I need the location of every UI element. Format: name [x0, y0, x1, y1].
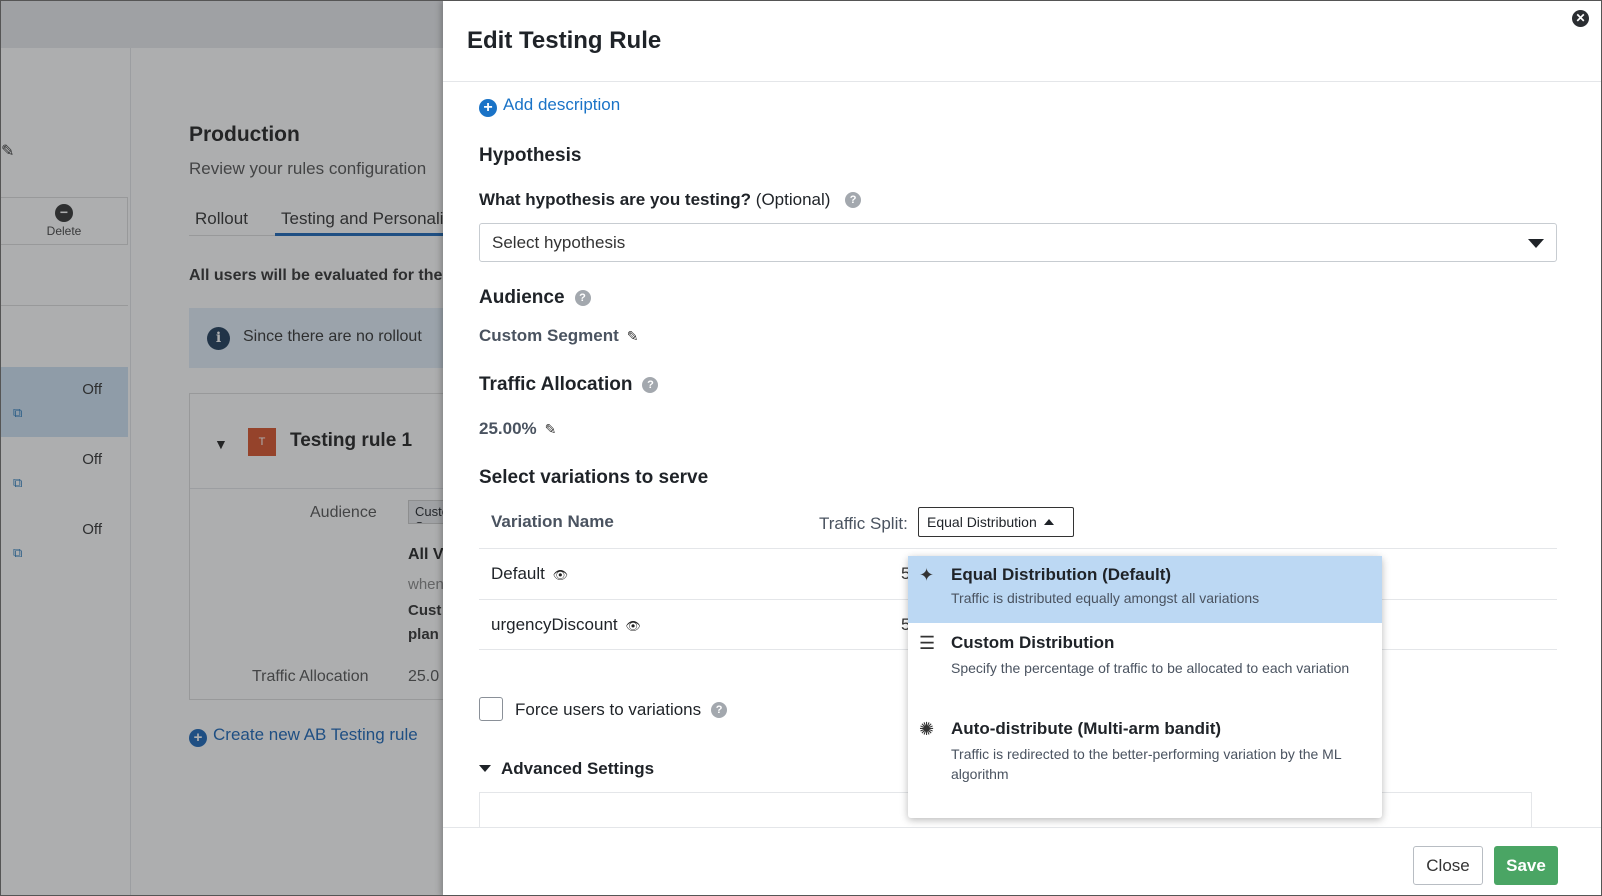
option-custom-distribution[interactable]: ☰ Custom Distribution Specify the percen…	[908, 623, 1382, 711]
help-icon[interactable]: ?	[574, 290, 591, 306]
hypothesis-question: What hypothesis are you testing? (Option…	[479, 190, 862, 210]
option-description: Specify the percentage of traffic to be …	[951, 660, 1350, 676]
advanced-settings-toggle[interactable]: Advanced Settings	[479, 759, 654, 779]
traffic-split-menu: ✦ Equal Distribution (Default) Traffic i…	[908, 556, 1382, 818]
close-button[interactable]: Close	[1413, 846, 1483, 885]
hypothesis-select-placeholder: Select hypothesis	[492, 233, 626, 252]
equal-distribution-icon: ✦	[919, 565, 935, 585]
hypothesis-select[interactable]: Select hypothesis	[479, 223, 1557, 262]
eye-icon[interactable]: 👁	[626, 619, 641, 633]
option-equal-distribution[interactable]: ✦ Equal Distribution (Default) Traffic i…	[908, 556, 1382, 623]
sliders-icon: ☰	[919, 633, 936, 653]
audience-value: Custom Segment ✎	[479, 326, 639, 346]
traffic-split-dropdown[interactable]: Equal Distribution	[918, 507, 1074, 537]
force-users-label: Force users to variations	[515, 700, 702, 719]
traffic-allocation-value: 25.00% ✎	[479, 419, 556, 439]
audience-heading: Audience?	[479, 287, 591, 309]
caret-down-icon	[1528, 239, 1544, 248]
traffic-split-value: Equal Distribution	[927, 514, 1037, 530]
force-users-checkbox[interactable]	[479, 697, 503, 721]
traffic-allocation-heading: Traffic Allocation?	[479, 374, 659, 396]
option-description: Traffic is distributed equally amongst a…	[951, 590, 1260, 606]
variation-name: Default 👁	[491, 564, 568, 584]
traffic-split-label: Traffic Split:	[819, 514, 908, 533]
optional-label: (Optional)	[755, 190, 831, 209]
save-button[interactable]: Save	[1494, 846, 1558, 885]
variation-name: urgencyDiscount 👁	[491, 615, 641, 635]
advanced-settings-label: Advanced Settings	[501, 759, 655, 778]
audience-value-text: Custom Segment	[479, 326, 619, 345]
pencil-icon[interactable]: ✎	[545, 421, 557, 437]
caret-up-icon	[1043, 519, 1054, 525]
help-icon[interactable]: ?	[642, 377, 659, 393]
traffic-allocation-heading-text: Traffic Allocation	[479, 374, 633, 395]
variations-heading: Select variations to serve	[479, 467, 709, 488]
force-users-checkbox-row[interactable]: Force users to variations?	[479, 697, 728, 721]
option-title: Equal Distribution (Default)	[951, 565, 1172, 584]
modal-header: Edit Testing Rule ✕	[443, 1, 1601, 82]
hypothesis-question-text: What hypothesis are you testing?	[479, 190, 752, 209]
add-description-link[interactable]: + Add description	[479, 95, 620, 117]
hypothesis-heading: Hypothesis	[479, 145, 582, 166]
eye-icon[interactable]: 👁	[553, 568, 568, 582]
modal-backdrop[interactable]	[1, 1, 444, 895]
option-auto-distribute[interactable]: ✺ Auto-distribute (Multi-arm bandit) Tra…	[908, 711, 1382, 811]
variation-name-text: Default	[491, 564, 545, 583]
help-icon[interactable]: ?	[711, 702, 728, 718]
octopus-icon: ✺	[919, 719, 935, 739]
caret-down-icon	[479, 765, 491, 772]
modal-footer: Close Save	[443, 827, 1601, 895]
option-description: Traffic is redirected to the better-perf…	[951, 746, 1342, 782]
help-icon[interactable]: ?	[845, 192, 862, 208]
traffic-allocation-value-text: 25.00%	[479, 419, 537, 438]
variation-name-text: urgencyDiscount	[491, 615, 618, 634]
pencil-icon[interactable]: ✎	[627, 328, 639, 344]
audience-heading-text: Audience	[479, 287, 565, 308]
add-description-label: Add description	[503, 95, 621, 114]
screen: ✎ − Delete Off ⧉ Off ⧉ Off ⧉ Production …	[0, 0, 1602, 896]
close-icon[interactable]: ✕	[1572, 10, 1589, 27]
modal-title: Edit Testing Rule	[467, 27, 662, 54]
variation-name-header: Variation Name	[491, 512, 614, 531]
plus-circle-icon: +	[479, 99, 497, 117]
option-title: Auto-distribute (Multi-arm bandit)	[951, 719, 1222, 738]
option-title: Custom Distribution	[951, 633, 1115, 652]
